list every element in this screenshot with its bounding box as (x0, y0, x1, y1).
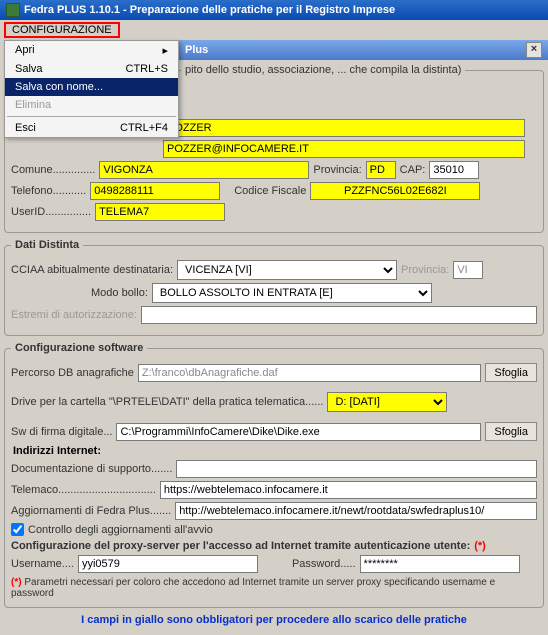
cciaa-select[interactable]: VICENZA [VI] (177, 260, 397, 280)
dati-distinta-group: Dati Distinta CCIAA abitualmente destina… (4, 239, 544, 336)
dd-prov-input (453, 261, 483, 279)
cap-label: CAP: (400, 164, 426, 176)
subtitle-text: Plus (185, 44, 208, 56)
sw-firma-input[interactable] (116, 423, 481, 441)
config-software-group: Configurazione software Percorso DB anag… (4, 342, 544, 608)
mandatory-note: I campi in giallo sono obbligatori per p… (4, 614, 544, 626)
username-label: Username.... (11, 558, 74, 570)
sfoglia-button-2[interactable]: Sfoglia (485, 422, 537, 441)
userid-label: UserID............... (11, 206, 91, 218)
app-icon (6, 3, 20, 17)
telefono-input[interactable] (90, 182, 220, 200)
proxy-footnote: Parametri necessari per coloro che acced… (11, 577, 495, 599)
password-label: Password..... (292, 558, 356, 570)
close-icon[interactable]: × (526, 42, 542, 58)
drive-select[interactable]: D: [DATI] (327, 392, 447, 412)
footnote-star: (*) (11, 577, 22, 588)
percorso-input (138, 364, 481, 382)
estremi-input (141, 306, 537, 324)
check-aggiornamenti-label: Controllo degli aggiornamenti all'avvio (28, 524, 213, 536)
titlebar: Fedra PLUS 1.10.1 - Preparazione delle p… (0, 0, 548, 20)
menu-elimina-label: Elimina (15, 99, 51, 111)
menu-esci-shortcut: CTRL+F4 (120, 122, 168, 134)
provincia-label: Provincia: (313, 164, 361, 176)
cf-input[interactable] (310, 182, 480, 200)
menu-apri-label: Apri (15, 44, 35, 57)
sfoglia-button-1[interactable]: Sfoglia (485, 363, 537, 382)
sw-firma-label: Sw di firma digitale... (11, 426, 112, 438)
menu-salva-label: Salva (15, 63, 43, 75)
email-input[interactable] (163, 140, 525, 158)
password-input[interactable] (360, 555, 520, 573)
titlebar-text: Fedra PLUS 1.10.1 - Preparazione delle p… (24, 4, 395, 16)
aggiornamenti-input[interactable] (175, 502, 537, 520)
cap-input[interactable] (429, 161, 479, 179)
warn-star: (*) (474, 540, 486, 552)
menu-salva[interactable]: Salva CTRL+S (5, 60, 178, 78)
doc-supporto-label: Documentazione di supporto....... (11, 463, 172, 475)
menu-separator (7, 116, 176, 117)
comune-label: Comune.............. (11, 164, 95, 176)
dati-distinta-legend: Dati Distinta (11, 239, 83, 251)
menu-configurazione[interactable]: CONFIGURAZIONE (6, 22, 118, 38)
config-dropdown: Apri Salva CTRL+S Salva con nome... Elim… (4, 40, 179, 138)
subtitle-bar: Plus × (179, 40, 548, 60)
menu-salva-con-nome[interactable]: Salva con nome... (5, 78, 178, 96)
menu-salva-con-nome-label: Salva con nome... (15, 81, 103, 93)
doc-supporto-input[interactable] (176, 460, 537, 478)
modo-bollo-select[interactable]: BOLLO ASSOLTO IN ENTRATA [E] (152, 283, 432, 303)
indirizzi-section-label: Indirizzi Internet: (13, 445, 537, 457)
userid-input[interactable] (95, 203, 225, 221)
menu-esci-label: Esci (15, 122, 36, 134)
percorso-label: Percorso DB anagrafiche (11, 367, 134, 379)
menu-apri[interactable]: Apri (5, 41, 178, 60)
modo-bollo-label: Modo bollo: (91, 287, 148, 299)
drive-label: Drive per la cartella "\PRTELE\DATI" del… (11, 396, 323, 408)
estremi-label: Estremi di autorizzazione: (11, 309, 137, 321)
aggiornamenti-label: Aggiornamenti di Fedra Plus....... (11, 505, 171, 517)
config-software-legend: Configurazione software (11, 342, 147, 354)
username-input[interactable] (78, 555, 258, 573)
check-aggiornamenti[interactable] (11, 523, 24, 536)
provincia-input[interactable] (366, 161, 396, 179)
menubar: CONFIGURAZIONE (0, 20, 548, 40)
menu-salva-shortcut: CTRL+S (126, 63, 169, 75)
telefono-label: Telefono........... (11, 185, 86, 197)
telemaco-label: Telemaco................................ (11, 484, 156, 496)
menu-elimina[interactable]: Elimina (5, 96, 178, 114)
cciaa-label: CCIAA abitualmente destinataria: (11, 264, 173, 276)
pozzer-input[interactable] (163, 119, 525, 137)
intermediary-legend: pito dello studio, associazione, ... che… (181, 64, 465, 76)
proxy-legend: Configurazione del proxy-server per l'ac… (11, 540, 470, 552)
comune-input[interactable] (99, 161, 309, 179)
telemaco-input[interactable] (160, 481, 537, 499)
cf-label: Codice Fiscale (234, 185, 306, 197)
menu-esci[interactable]: Esci CTRL+F4 (5, 119, 178, 137)
dd-prov-label: Provincia: (401, 264, 449, 276)
